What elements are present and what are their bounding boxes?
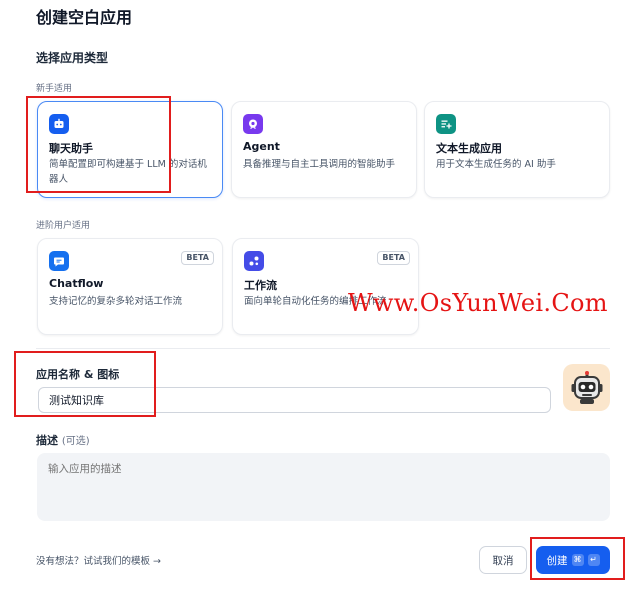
description-textarea[interactable] [37, 453, 610, 521]
advanced-group-label: 进阶用户适用 [36, 221, 91, 231]
card-title: 文本生成应用 [436, 142, 502, 155]
app-icon-picker[interactable] [563, 364, 610, 411]
beta-badge: BETA [181, 251, 214, 265]
workflow-icon [244, 251, 264, 271]
robot-avatar-icon [571, 370, 602, 404]
card-description: 具备推理与自主工具调用的智能助手 [243, 159, 396, 170]
card-description: 支持记忆的复杂多轮对话工作流 [49, 296, 183, 307]
card-description: 用于文本生成任务的 AI 助手 [436, 159, 556, 170]
app-name-input[interactable] [38, 387, 551, 413]
app-type-card-chat-assistant[interactable]: 聊天助手 简单配置即可构建基于 LLM 的对话机器人 [37, 101, 223, 198]
app-type-card-text-generation[interactable]: 文本生成应用 用于文本生成任务的 AI 助手 [424, 101, 610, 198]
app-type-card-agent[interactable]: Agent 具备推理与自主工具调用的智能助手 [231, 101, 417, 198]
chatflow-icon [49, 251, 69, 271]
app-type-card-workflow[interactable]: BETA 工作流 面向单轮自动化任务的编排工作流 [232, 238, 419, 335]
app-type-card-chatflow[interactable]: BETA Chatflow 支持记忆的复杂多轮对话工作流 [37, 238, 223, 335]
card-title: 工作流 [244, 279, 277, 292]
app-name-label: 应用名称 & 图标 [36, 368, 120, 381]
enter-key-icon: ↵ [587, 554, 600, 566]
card-title: 聊天助手 [49, 142, 93, 155]
description-label-text: 描述 [36, 434, 58, 447]
section-divider [36, 348, 610, 349]
cancel-button[interactable]: 取消 [479, 546, 527, 574]
create-button-label: 创建 [546, 554, 568, 567]
try-templates-link[interactable]: 没有想法？试试我们的模板 → [36, 553, 161, 567]
card-description: 简单配置即可构建基于 LLM 的对话机器人 [49, 159, 207, 185]
description-label: 描述 (可选) [36, 432, 90, 448]
robot-chat-icon [49, 114, 69, 134]
beta-badge: BETA [377, 251, 410, 265]
app-type-heading: 选择应用类型 [36, 51, 109, 65]
command-key-icon: ⌘ [571, 554, 584, 566]
dialog-title: 创建空白应用 [36, 8, 133, 27]
card-title: Chatflow [49, 277, 104, 290]
site-watermark: Www.OsYunWei.Com [348, 289, 608, 317]
optional-hint: (可选) [61, 436, 90, 447]
agent-icon [243, 114, 263, 134]
beginner-group-label: 新手适用 [36, 84, 73, 94]
create-button[interactable]: 创建 ⌘ ↵ [536, 546, 610, 574]
text-generation-icon [436, 114, 456, 134]
card-title: Agent [243, 140, 280, 153]
